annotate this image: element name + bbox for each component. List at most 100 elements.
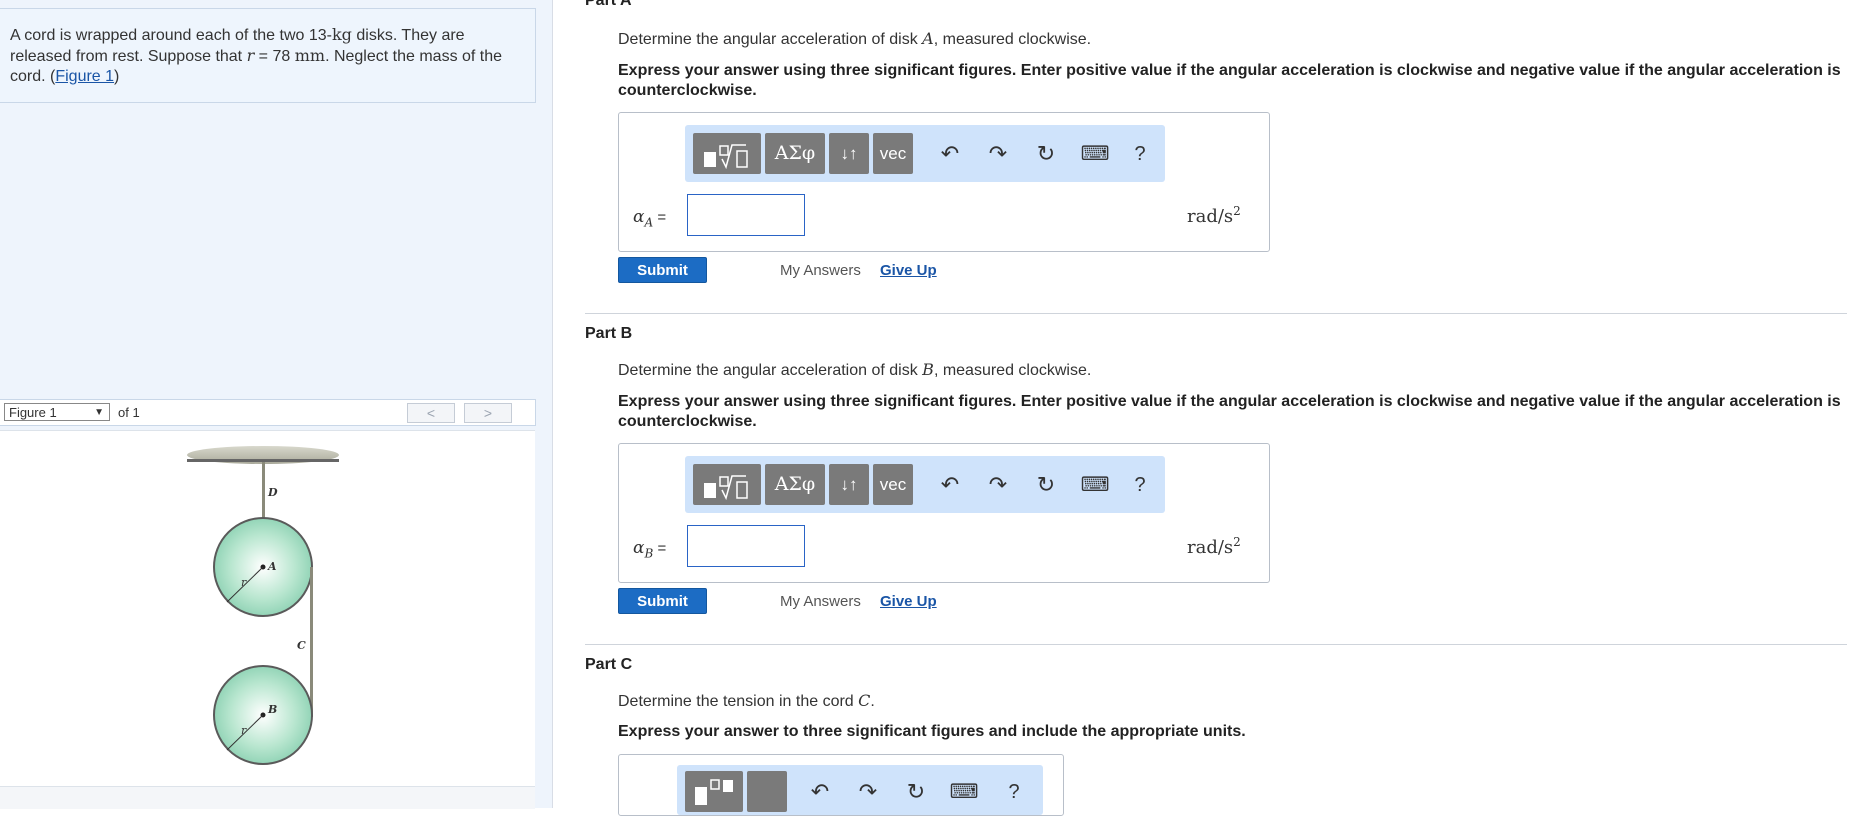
part-b-give-up-link[interactable]: Give Up (880, 593, 937, 610)
question-text: . (870, 693, 875, 710)
part-a-give-up-link[interactable]: Give Up (880, 262, 937, 279)
redo-icon[interactable]: ↷ (983, 139, 1013, 169)
templates-button[interactable] (693, 464, 761, 505)
problem-text: A cord is wrapped around each of the two… (10, 25, 510, 87)
part-c-label: Part C (585, 656, 633, 673)
dropdown-caret-icon: ▼ (94, 407, 104, 418)
arrows-button[interactable]: ↓↑ (829, 464, 869, 505)
equals-sign: = (653, 540, 667, 557)
figure-link[interactable]: Figure 1 (55, 68, 114, 85)
part-a-answer-box: ΑΣφ ↓↑ vec ↶ ↷ ↻ ⌨ ? αA = rad/s2 (618, 112, 1270, 252)
part-a-label: Part A (585, 0, 632, 9)
disks-figure: D A r C B r (187, 446, 339, 765)
units-button[interactable] (747, 771, 787, 812)
greek-symbols-button[interactable]: ΑΣφ (765, 133, 825, 174)
alpha-a-label: αA = (633, 207, 666, 229)
part-b-answer-box: ΑΣφ ↓↑ vec ↶ ↷ ↻ ⌨ ? αB = rad/s2 (618, 443, 1270, 583)
undo-icon[interactable]: ↶ (805, 777, 835, 807)
left-panel-footer (0, 786, 535, 809)
templates-icon (704, 144, 748, 170)
question-text: , measured clockwise. (933, 362, 1092, 379)
templates-icon (695, 779, 733, 805)
unit-label: rad/s2 (1187, 535, 1241, 558)
label-a: A (267, 560, 277, 573)
problem-text-part: ) (114, 68, 120, 85)
unit-mm: mm (294, 46, 326, 65)
arrows-button[interactable]: ↓↑ (829, 133, 869, 174)
part-a-question: Determine the angular acceleration of di… (618, 29, 1091, 49)
alpha-symbol: α (633, 538, 645, 558)
figure-area: D A r C B r (0, 430, 535, 786)
help-icon[interactable]: ? (1125, 139, 1155, 169)
unit-kg: kg (331, 25, 352, 44)
redo-icon[interactable]: ↷ (853, 777, 883, 807)
ceiling-edge (187, 459, 339, 462)
figure-select-value: Figure 1 (9, 405, 57, 420)
label-r-a: r (241, 576, 247, 589)
templates-button[interactable] (685, 771, 743, 812)
part-a-submit-button[interactable]: Submit (618, 257, 707, 283)
greek-symbols-button[interactable]: ΑΣφ (765, 464, 825, 505)
cord-c (310, 567, 313, 717)
keyboard-icon[interactable]: ⌨ (949, 777, 979, 807)
undo-icon[interactable]: ↶ (935, 139, 965, 169)
templates-button[interactable] (693, 133, 761, 174)
alpha-subscript: B (644, 546, 654, 561)
part-a-my-answers-link[interactable]: My Answers (780, 262, 861, 279)
unit-exponent: 2 (1233, 204, 1241, 218)
keyboard-icon[interactable]: ⌨ (1080, 470, 1110, 500)
question-text: Determine the angular acceleration of di… (618, 362, 923, 379)
reset-icon[interactable]: ↻ (901, 777, 931, 807)
alpha-subscript: A (644, 215, 654, 230)
reset-icon[interactable]: ↻ (1031, 139, 1061, 169)
prev-figure-button[interactable]: < (407, 403, 455, 423)
undo-icon[interactable]: ↶ (935, 470, 965, 500)
part-c-instruction: Express your answer to three significant… (618, 723, 1246, 740)
alpha-b-input[interactable] (687, 525, 805, 567)
part-c-answer-box: ↶ ↷ ↻ ⌨ ? (618, 754, 1064, 816)
math-toolbar: ΑΣφ ↓↑ vec ↶ ↷ ↻ ⌨ ? (685, 125, 1165, 182)
label-r-b: r (241, 724, 247, 737)
question-variable: A (922, 29, 934, 48)
part-b-submit-button[interactable]: Submit (618, 588, 707, 614)
question-variable: B (922, 360, 934, 379)
question-text: Determine the tension in the cord (618, 693, 859, 710)
problem-text-part: = 78 (254, 48, 295, 65)
alpha-symbol: α (633, 207, 645, 227)
alpha-a-input[interactable] (687, 194, 805, 236)
part-b-label: Part B (585, 325, 633, 342)
keyboard-icon[interactable]: ⌨ (1080, 139, 1110, 169)
math-toolbar: ΑΣφ ↓↑ vec ↶ ↷ ↻ ⌨ ? (685, 456, 1165, 513)
problem-statement: A cord is wrapped around each of the two… (0, 8, 536, 103)
next-figure-button[interactable]: > (464, 403, 512, 423)
reset-icon[interactable]: ↻ (1031, 470, 1061, 500)
vector-button[interactable]: vec (873, 464, 913, 505)
help-icon[interactable]: ? (1125, 470, 1155, 500)
part-b-question: Determine the angular acceleration of di… (618, 360, 1091, 380)
equals-sign: = (653, 209, 667, 226)
part-divider (585, 644, 1847, 645)
part-divider (585, 313, 1847, 314)
question-text: , measured clockwise. (933, 31, 1092, 48)
figure-select[interactable]: Figure 1 ▼ (4, 403, 110, 421)
vector-button[interactable]: vec (873, 133, 913, 174)
label-d: D (267, 486, 278, 499)
figure-navigation-bar: Figure 1 ▼ of 1 < > (0, 399, 536, 426)
label-b: B (267, 703, 277, 716)
left-panel: A cord is wrapped around each of the two… (0, 0, 553, 809)
part-a-instruction: Express your answer using three signific… (618, 62, 1841, 99)
label-c: C (297, 639, 306, 652)
part-b-instruction: Express your answer using three signific… (618, 393, 1841, 430)
unit-text: rad/s (1187, 537, 1234, 558)
part-b-my-answers-link[interactable]: My Answers (780, 593, 861, 610)
unit-text: rad/s (1187, 206, 1234, 227)
redo-icon[interactable]: ↷ (983, 470, 1013, 500)
unit-label: rad/s2 (1187, 204, 1241, 227)
part-c-question: Determine the tension in the cord C. (618, 691, 875, 711)
figure-count: of 1 (118, 405, 140, 420)
alpha-b-label: αB = (633, 538, 666, 560)
help-icon[interactable]: ? (999, 777, 1029, 807)
problem-text-part: A cord is wrapped around each of the two… (10, 27, 332, 44)
question-variable: C (858, 691, 871, 710)
question-text: Determine the angular acceleration of di… (618, 31, 923, 48)
